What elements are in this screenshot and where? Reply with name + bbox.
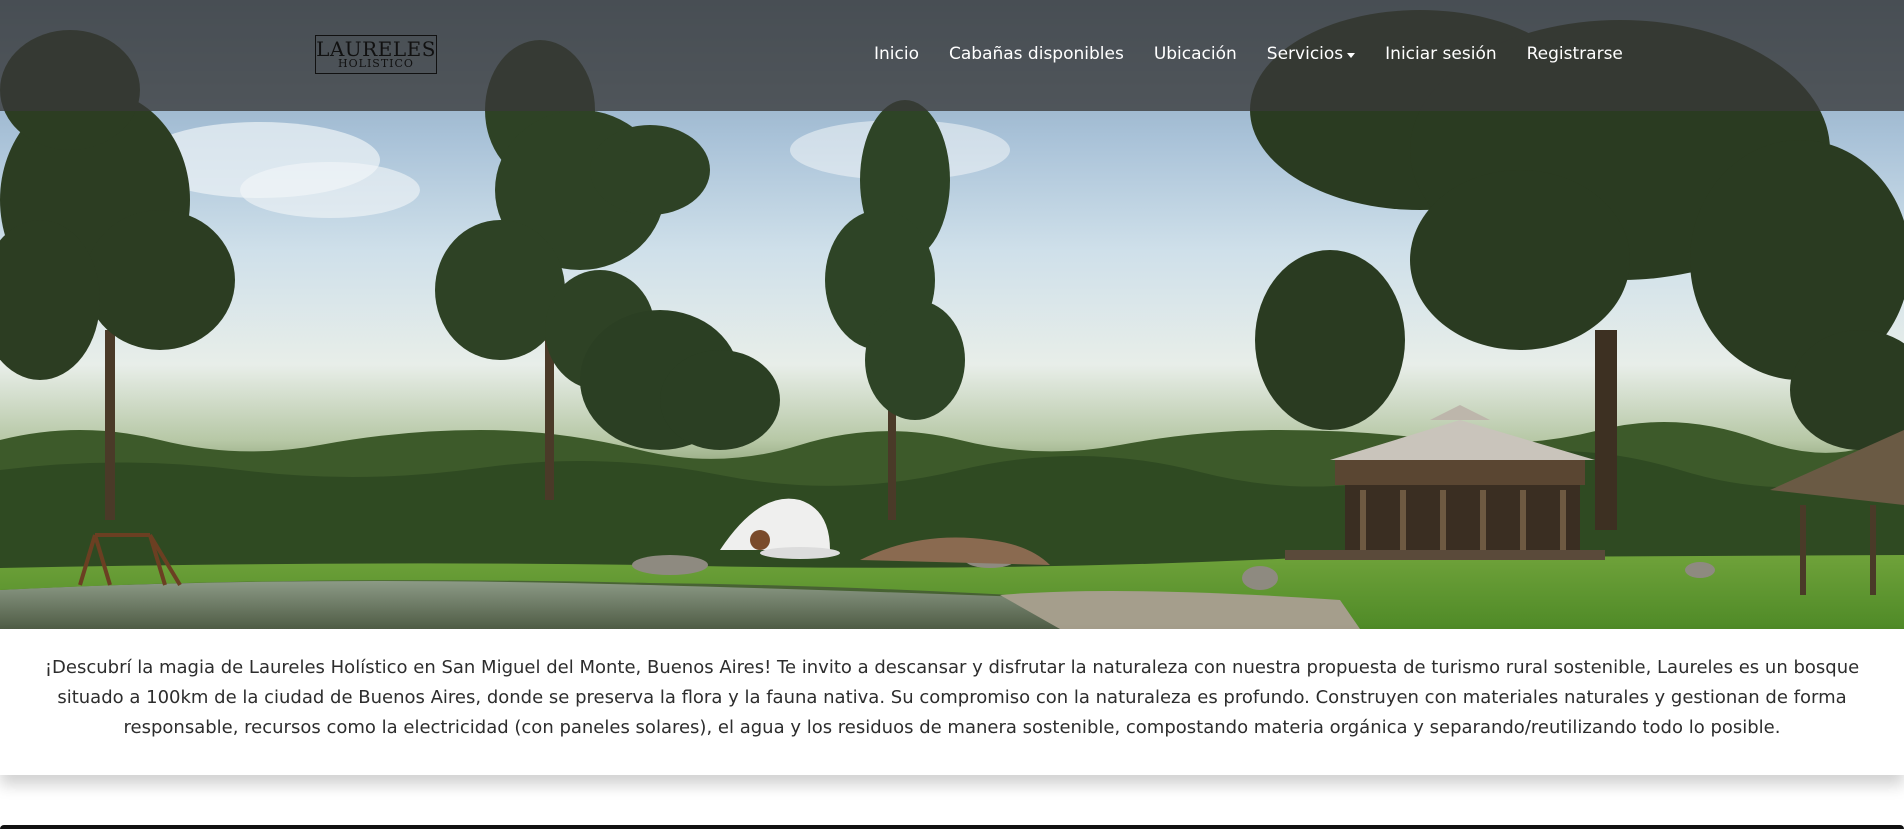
navbar: LAURELES HOLISTICO Inicio Cabañas dispon… [0, 0, 1904, 111]
intro-section: ¡Descubrí la magia de Laureles Holístico… [0, 629, 1904, 775]
nav-dropdown-servicios[interactable]: Servicios [1266, 42, 1356, 66]
caret-down-icon [1347, 52, 1356, 58]
page: LAURELES HOLISTICO Inicio Cabañas dispon… [0, 0, 1904, 829]
brand-name: LAURELES [316, 37, 436, 61]
nav-link-label: Cabañas disponibles [948, 44, 1124, 64]
section-divider [0, 825, 1904, 829]
nav-link-label: Iniciar sesión [1385, 44, 1497, 64]
intro-text: ¡Descubrí la magia de Laureles Holístico… [44, 657, 1860, 738]
brand-logo[interactable]: LAURELES HOLISTICO [315, 35, 437, 74]
nav-link-login[interactable]: Iniciar sesión [1385, 42, 1496, 66]
nav-link-cabanas[interactable]: Cabañas disponibles [949, 42, 1124, 66]
nav-link-ubicacion[interactable]: Ubicación [1154, 42, 1237, 66]
nav-link-label: Ubicación [1153, 44, 1237, 64]
nav-menu: Inicio Cabañas disponibles Ubicación Ser… [874, 42, 1623, 66]
nav-link-inicio[interactable]: Inicio [874, 42, 919, 66]
nav-link-label: Inicio [874, 44, 919, 64]
nav-link-label: Registrarse [1526, 44, 1623, 64]
nav-link-label: Servicios [1266, 44, 1344, 64]
nav-link-register[interactable]: Registrarse [1527, 42, 1623, 66]
